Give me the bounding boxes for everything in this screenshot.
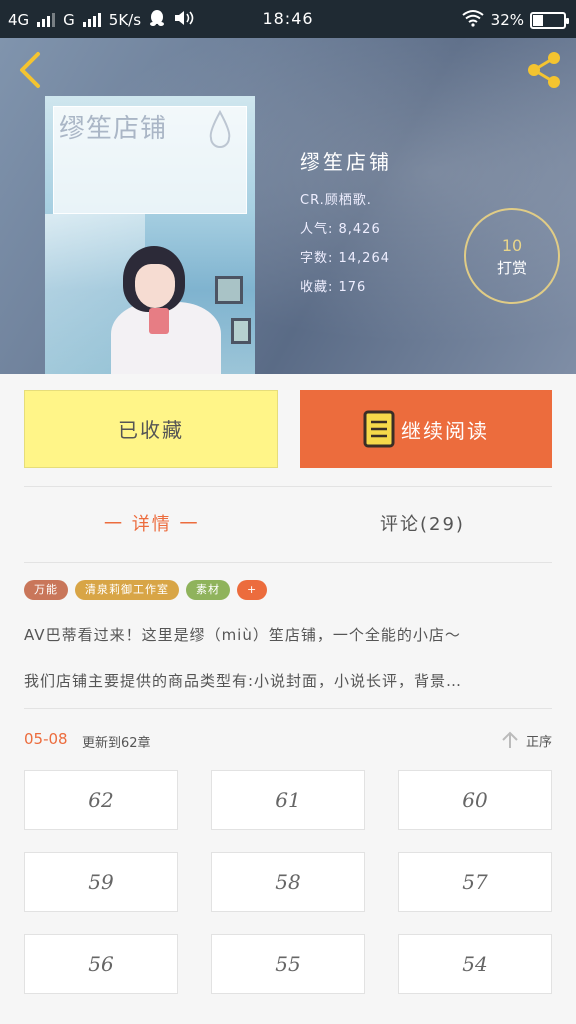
reward-count: 10 bbox=[501, 236, 523, 255]
chapter-button[interactable]: 61 bbox=[211, 770, 365, 830]
update-row: 05-08 更新到62章 正序 bbox=[24, 730, 552, 751]
reward-label: 打赏 bbox=[496, 259, 527, 277]
continue-reading-label: 继续阅读 bbox=[401, 418, 489, 443]
share-button[interactable] bbox=[522, 50, 566, 90]
divider bbox=[24, 486, 552, 487]
book-info: 缪笙店铺 CR.顾栖歌. 人气: 8,426 字数: 14,264 收藏: 17… bbox=[300, 146, 392, 305]
chapter-button[interactable]: 58 bbox=[211, 852, 365, 912]
drop-icon bbox=[209, 110, 231, 148]
book-header: 缪笙店铺 缪笙店铺 CR.顾栖歌. 人气: 8,426 字数: 14,264 收… bbox=[0, 38, 576, 374]
chapter-button[interactable]: 62 bbox=[24, 770, 178, 830]
battery-icon bbox=[530, 11, 569, 29]
continue-reading-button[interactable]: 继续阅读 bbox=[300, 390, 552, 468]
tag-list: 万能 清泉莉御工作室 素材 + bbox=[24, 580, 268, 600]
back-button[interactable] bbox=[14, 50, 46, 90]
update-text: 更新到62章 bbox=[82, 736, 151, 751]
reward-button[interactable]: 10 打赏 bbox=[464, 208, 560, 304]
word-count: 字数: 14,264 bbox=[300, 251, 390, 266]
sort-toggle[interactable]: 正序 bbox=[500, 730, 552, 750]
divider bbox=[24, 708, 552, 709]
chapter-button[interactable]: 55 bbox=[211, 934, 365, 994]
chapter-button[interactable]: 56 bbox=[24, 934, 178, 994]
share-icon bbox=[528, 52, 560, 88]
chapter-button[interactable]: 60 bbox=[398, 770, 552, 830]
tag-item[interactable]: 素材 bbox=[186, 580, 230, 600]
battery-percent: 32% bbox=[490, 11, 524, 29]
book-title: 缪笙店铺 bbox=[300, 150, 392, 174]
tab-comments[interactable]: 评论(29) bbox=[380, 510, 465, 536]
book-icon bbox=[363, 410, 395, 448]
update-date: 05-08 bbox=[24, 730, 68, 748]
description-line-1: AV巴蒂看过来！这里是缪（miù）笙店铺，一个全能的小店～ bbox=[24, 626, 461, 644]
sort-label: 正序 bbox=[525, 734, 552, 750]
wifi-icon bbox=[461, 9, 485, 31]
collected-button[interactable]: 已收藏 bbox=[24, 390, 278, 468]
chapter-button[interactable]: 54 bbox=[398, 934, 552, 994]
description-line-2[interactable]: 我们店铺主要提供的商品类型有:小说封面，小说长评，背景… bbox=[24, 670, 554, 691]
arrow-up-icon bbox=[502, 731, 518, 748]
book-cover[interactable]: 缪笙店铺 bbox=[45, 96, 255, 374]
tag-item[interactable]: 万能 bbox=[24, 580, 68, 600]
tag-item[interactable]: + bbox=[237, 580, 268, 600]
chapter-button[interactable]: 57 bbox=[398, 852, 552, 912]
status-bar: 4G G 5K/s 18:46 32% bbox=[0, 0, 576, 38]
chevron-left-icon bbox=[20, 52, 40, 88]
tab-details[interactable]: 一 详情 一 bbox=[104, 510, 199, 536]
chapter-button[interactable]: 59 bbox=[24, 852, 178, 912]
tag-item[interactable]: 清泉莉御工作室 bbox=[75, 580, 179, 600]
divider bbox=[24, 562, 552, 563]
author: CR.顾栖歌. bbox=[300, 193, 372, 208]
favorites-count: 收藏: 176 bbox=[300, 280, 367, 295]
cover-title: 缪笙店铺 bbox=[59, 114, 168, 144]
popularity: 人气: 8,426 bbox=[300, 222, 381, 237]
